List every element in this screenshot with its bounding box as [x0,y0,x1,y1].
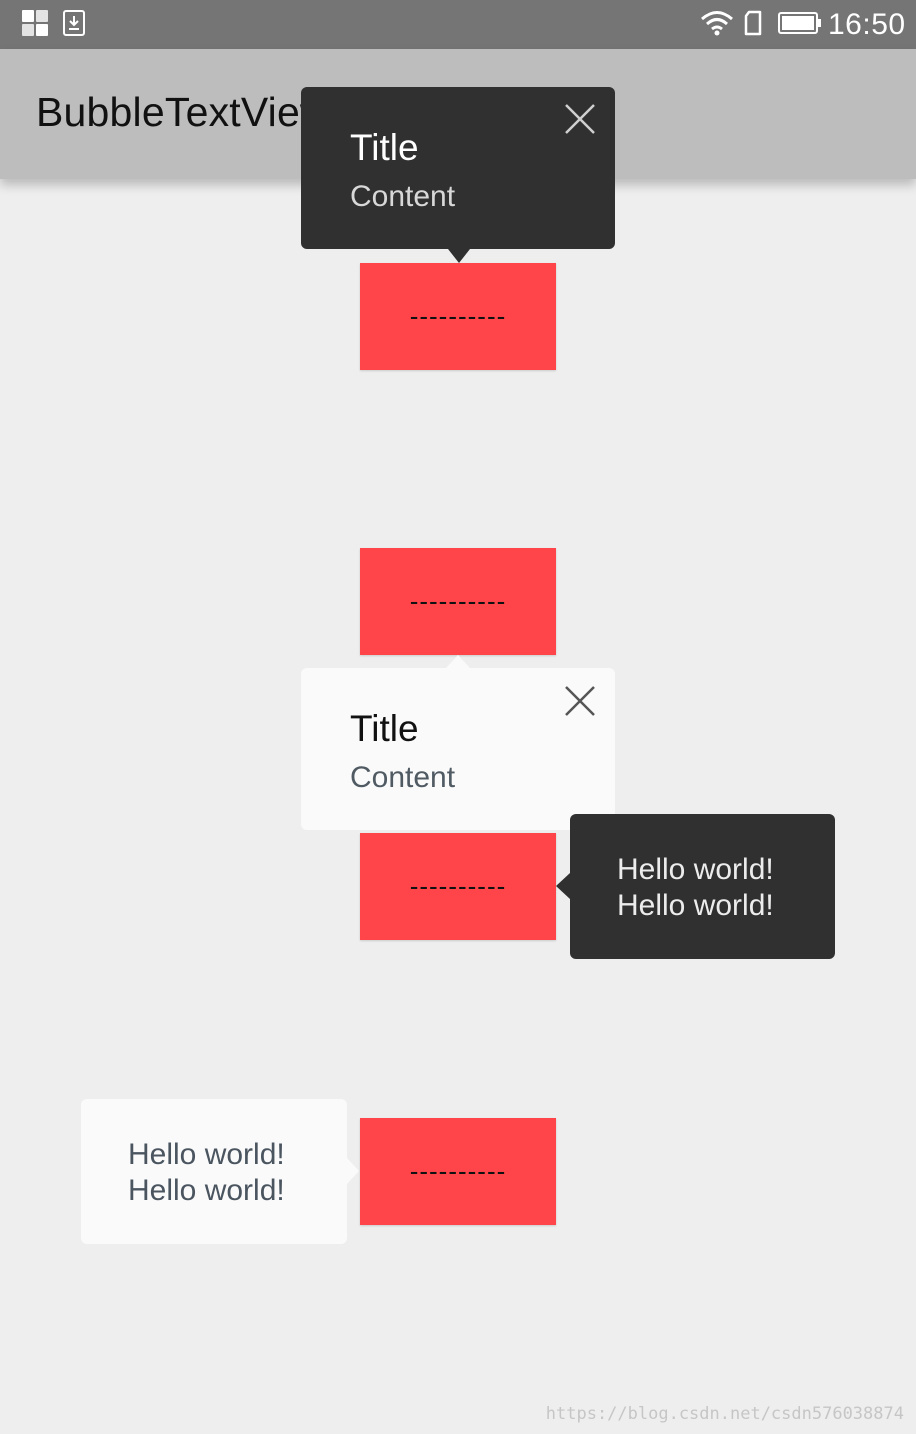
bubble-light-left: Hello world! Hello world! [81,1099,359,1244]
anchor-button-2[interactable]: ---------- [360,548,556,655]
close-icon[interactable] [563,684,597,718]
battery-icon [778,12,822,34]
bubble-light-middle: Title Content [301,655,615,830]
wifi-icon [700,10,734,36]
anchor-button-1[interactable]: ---------- [360,263,556,370]
bubble-arrow [347,1158,359,1184]
bubble-arrow [446,655,470,668]
status-time: 16:50 [828,8,906,41]
bubble-text-line-1: Hello world! [128,1138,285,1171]
bubble-dark-right: Hello world! Hello world! [556,814,835,959]
bubble-text-line-2: Hello world! [128,1174,285,1207]
watermark: https://blog.csdn.net/csdn576038874 [545,1404,904,1424]
bubble-title: Title [350,127,419,168]
bubble-arrow [556,873,570,899]
close-icon[interactable] [563,102,597,136]
bubble-text-line-2: Hello world! [617,889,774,922]
bubble-text-line-1: Hello world! [617,853,774,886]
page-title: BubbleTextView [36,89,330,135]
bubble-title: Title [350,708,419,749]
bubble-content: Content [350,180,456,213]
download-icon [63,10,85,36]
bubble-dark-top: Title Content [301,87,615,263]
sim-icon [743,10,763,36]
anchor-button-4[interactable]: ---------- [360,1118,556,1225]
bubble-content: Content [350,761,456,794]
bubble-arrow [448,249,470,263]
status-bar: 16:50 [0,0,916,49]
grid-icon [22,10,50,38]
anchor-button-3[interactable]: ---------- [360,833,556,940]
